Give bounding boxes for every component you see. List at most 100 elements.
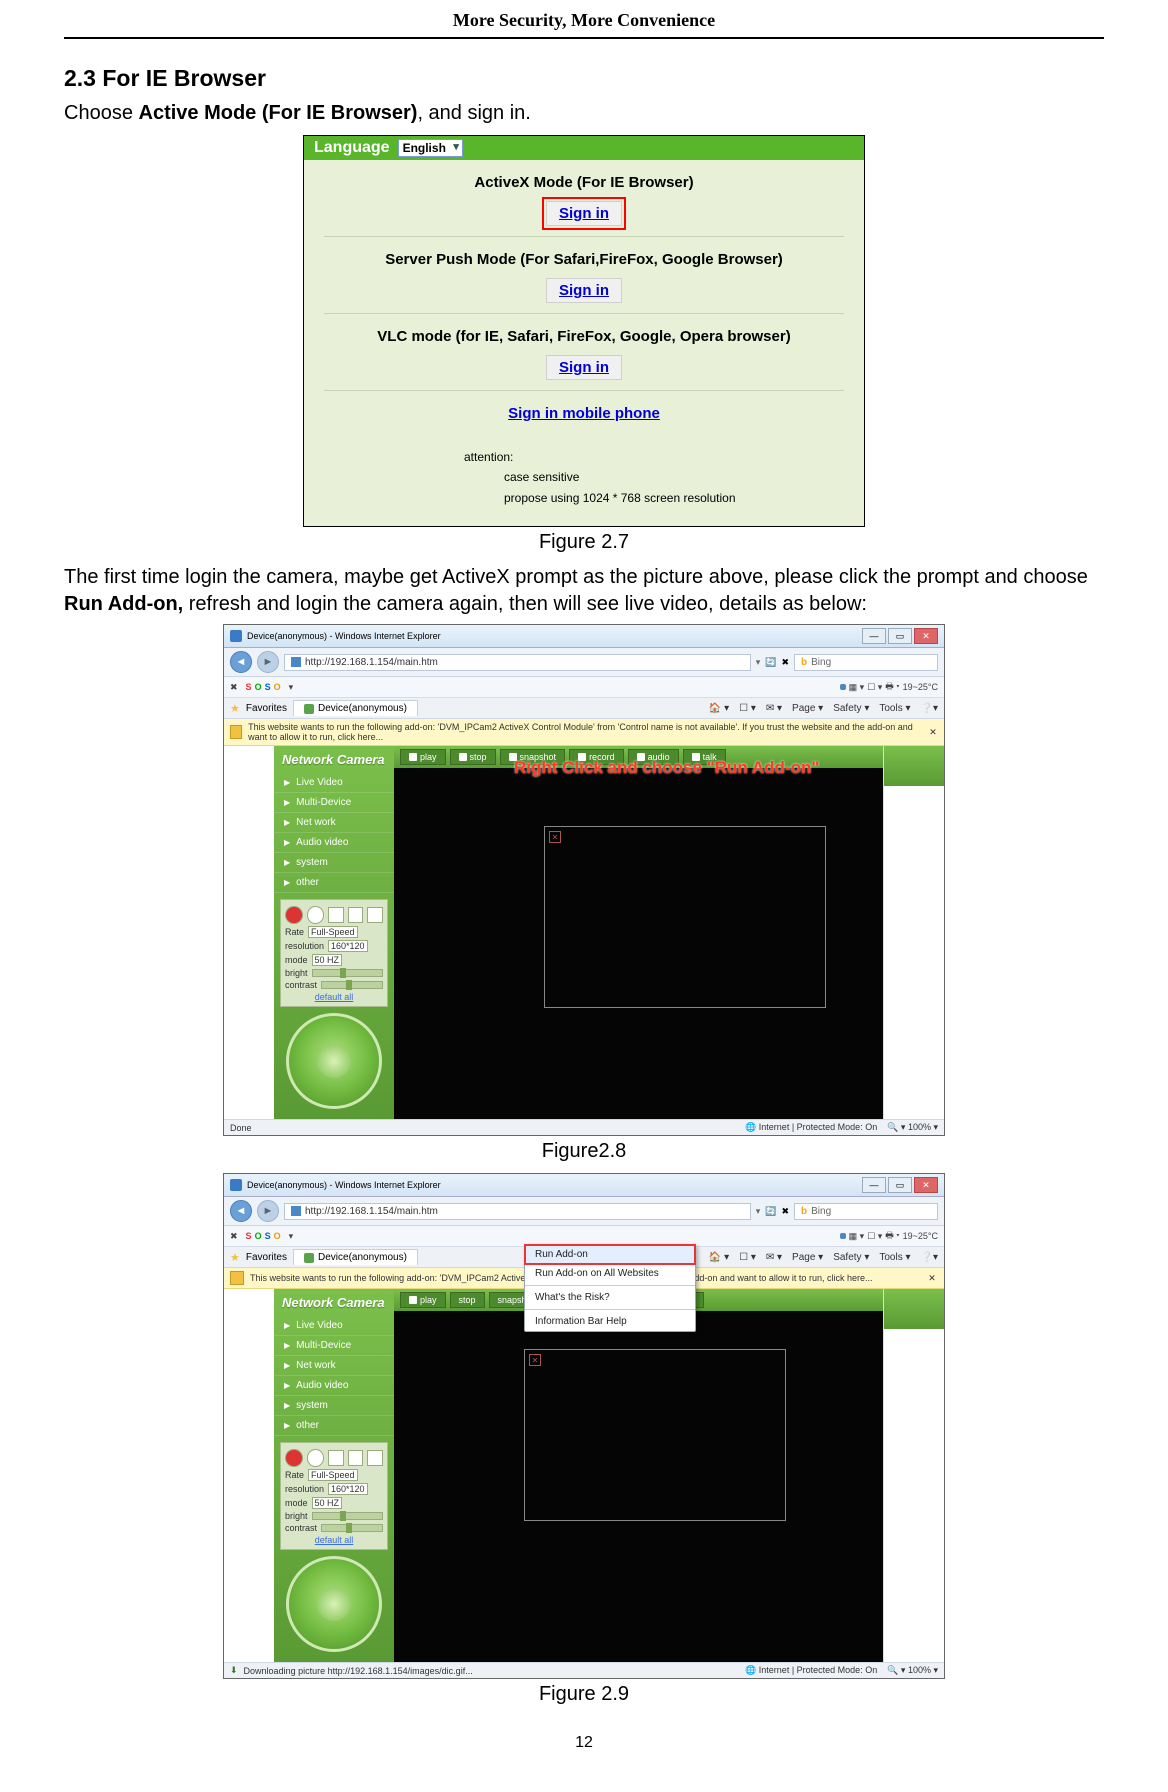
back-button[interactable]: ◄ <box>230 1200 252 1222</box>
menu-tools[interactable]: Tools ▾ <box>879 703 910 714</box>
para2-a: The first time login the camera, maybe g… <box>64 566 1088 588</box>
stop-button[interactable]: stop <box>450 749 496 765</box>
rate-select[interactable]: Full-Speed <box>308 1469 358 1481</box>
bright-slider[interactable] <box>312 1512 383 1520</box>
favorites-label[interactable]: Favorites <box>246 703 287 714</box>
menu-page[interactable]: Page ▾ <box>792 703 823 714</box>
running-head: More Security, More Convenience <box>64 10 1104 37</box>
menu-safety[interactable]: Safety ▾ <box>833 703 869 714</box>
side-system[interactable]: system <box>274 1396 394 1416</box>
page-number: 12 <box>64 1734 1104 1752</box>
contrast-slider[interactable] <box>321 981 383 989</box>
signin-vlc-button[interactable]: Sign in <box>546 355 622 380</box>
grid-3-icon[interactable] <box>367 907 383 923</box>
bright-label: bright <box>285 968 308 978</box>
grid-1-icon[interactable] <box>328 907 344 923</box>
video-placeholder: ✕ <box>524 1349 786 1521</box>
ie-tab-strip: ★ Favorites Device(anonymous) 🏠 ▾☐ ▾✉ ▾ … <box>224 698 944 719</box>
ie-title: Device(anonymous) - Windows Internet Exp… <box>247 631 441 641</box>
back-button[interactable]: ◄ <box>230 651 252 673</box>
side-other[interactable]: other <box>274 1416 394 1436</box>
play-button[interactable]: play <box>400 1292 446 1308</box>
favorites-icon[interactable]: ★ <box>230 702 240 715</box>
minimize-button[interactable]: — <box>862 628 886 644</box>
language-select[interactable]: English <box>398 139 463 157</box>
forward-button[interactable]: ► <box>257 651 279 673</box>
grid-2-icon[interactable] <box>348 907 364 923</box>
side-network[interactable]: Net work <box>274 813 394 833</box>
contrast-label: contrast <box>285 980 317 990</box>
warning-close-icon[interactable]: ✕ <box>926 1272 938 1284</box>
favorites-icon[interactable]: ★ <box>230 1251 240 1264</box>
ie-icon <box>230 630 242 642</box>
status-mode: Internet | Protected Mode: On <box>759 1122 877 1132</box>
search-input[interactable]: bBing <box>794 1203 938 1220</box>
maximize-button[interactable]: ▭ <box>888 628 912 644</box>
close-button[interactable]: ✕ <box>914 1177 938 1193</box>
mode-select[interactable]: 50 HZ <box>312 1497 343 1509</box>
search-input[interactable]: bBing <box>794 654 938 671</box>
ctx-info-help[interactable]: Information Bar Help <box>525 1312 695 1331</box>
signin-serverpush-button[interactable]: Sign in <box>546 278 622 303</box>
zoom-level[interactable]: 100% <box>908 1665 931 1675</box>
mode-select[interactable]: 50 HZ <box>312 954 343 966</box>
attention-line-2: propose using 1024 * 768 screen resoluti… <box>504 488 864 508</box>
side-audio-video[interactable]: Audio video <box>274 833 394 853</box>
side-audio-video[interactable]: Audio video <box>274 1376 394 1396</box>
bright-slider[interactable] <box>312 969 383 977</box>
ptz-dial[interactable] <box>286 1556 382 1652</box>
resolution-select[interactable]: 160*120 <box>328 1483 368 1495</box>
side-network[interactable]: Net work <box>274 1356 394 1376</box>
para2-colon: : <box>861 593 867 615</box>
side-live-video[interactable]: Live Video <box>274 773 394 793</box>
play-button[interactable]: play <box>400 749 446 765</box>
activex-warning-bar[interactable]: This website wants to run the following … <box>224 719 944 746</box>
signin-mobile-link[interactable]: Sign in mobile phone <box>508 405 660 422</box>
default-all-link[interactable]: default all <box>285 1535 383 1545</box>
contrast-slider[interactable] <box>321 1524 383 1532</box>
ie-status-bar: Done 🌐 Internet | Protected Mode: On 🔍 ▾… <box>224 1119 944 1135</box>
ctx-run-addon[interactable]: Run Add-on <box>525 1245 695 1264</box>
close-button[interactable]: ✕ <box>914 628 938 644</box>
status-indicator-icon <box>307 906 325 924</box>
side-system[interactable]: system <box>274 853 394 873</box>
rate-select[interactable]: Full-Speed <box>308 926 358 938</box>
menu-safety[interactable]: Safety ▾ <box>833 1252 869 1263</box>
browser-tab[interactable]: Device(anonymous) <box>293 1249 418 1265</box>
url-input[interactable]: http://192.168.1.154/main.htm <box>284 654 751 671</box>
intro-pre: Choose <box>64 102 139 124</box>
ctx-whats-risk[interactable]: What's the Risk? <box>525 1288 695 1307</box>
activex-warning-bar-2[interactable]: This website wants to run the following … <box>224 1268 944 1289</box>
login-group-vlc: VLC mode (for IE, Safari, FireFox, Googl… <box>324 328 844 391</box>
side-multi-device[interactable]: Multi-Device <box>274 793 394 813</box>
zoom-level[interactable]: 100% <box>908 1122 931 1132</box>
side-live-video[interactable]: Live Video <box>274 1316 394 1336</box>
serverpush-mode-title: Server Push Mode (For Safari,FireFox, Go… <box>324 251 844 268</box>
resolution-select[interactable]: 160*120 <box>328 940 368 952</box>
page-icon <box>291 1206 301 1216</box>
ie-status-bar-2: ⬇ Downloading picture http://192.168.1.1… <box>224 1662 944 1678</box>
browser-tab[interactable]: Device(anonymous) <box>293 700 418 716</box>
forward-button[interactable]: ► <box>257 1200 279 1222</box>
warning-close-icon[interactable]: ✕ <box>928 726 938 738</box>
maximize-button[interactable]: ▭ <box>888 1177 912 1193</box>
side-multi-device[interactable]: Multi-Device <box>274 1336 394 1356</box>
intro-bold: Active Mode (For IE Browser) <box>139 102 418 124</box>
stop-button[interactable]: stop <box>450 1292 485 1308</box>
url-input[interactable]: http://192.168.1.154/main.htm <box>284 1203 751 1220</box>
figure-2-7-caption: Figure 2.7 <box>64 531 1104 554</box>
signin-activex-button[interactable]: Sign in <box>546 201 622 226</box>
camera-main-2: play stop snapshot record audio talk ✕ <box>394 1289 944 1662</box>
camera-app-body: Network Camera Live Video Multi-Device N… <box>224 746 944 1119</box>
status-done: Done <box>230 1123 252 1133</box>
minimize-button[interactable]: — <box>862 1177 886 1193</box>
weather-temp: 19~25°C <box>903 682 938 692</box>
side-other[interactable]: other <box>274 873 394 893</box>
favorites-label[interactable]: Favorites <box>246 1252 287 1263</box>
menu-tools[interactable]: Tools ▾ <box>879 1252 910 1263</box>
menu-page[interactable]: Page ▾ <box>792 1252 823 1263</box>
ptz-dial[interactable] <box>286 1013 382 1109</box>
ie-titlebar-2: Device(anonymous) - Windows Internet Exp… <box>224 1174 944 1197</box>
ctx-run-all[interactable]: Run Add-on on All Websites <box>525 1264 695 1283</box>
default-all-link[interactable]: default all <box>285 992 383 1002</box>
